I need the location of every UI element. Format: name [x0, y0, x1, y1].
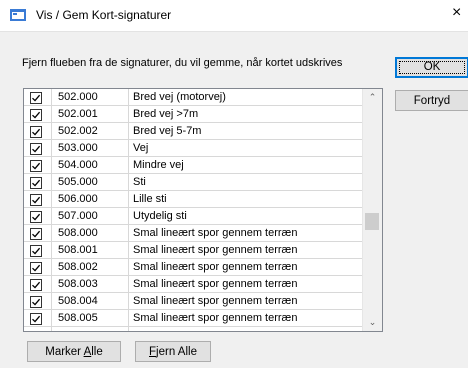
row-name: Sti — [133, 176, 146, 188]
checkmark-icon — [32, 264, 41, 272]
focus-rectangle — [399, 61, 465, 74]
row-checkbox[interactable] — [30, 109, 42, 121]
checkmark-icon — [32, 162, 41, 170]
row-name: Vej — [133, 142, 149, 154]
vertical-scrollbar[interactable]: ⌃ ⌄ — [362, 89, 382, 331]
row-checkbox[interactable] — [30, 92, 42, 104]
row-code: 503.000 — [58, 142, 98, 154]
list-item[interactable]: 506.000 Lille sti — [24, 191, 363, 208]
checkmark-icon — [32, 247, 41, 255]
list-item[interactable]: 504.000 Mindre vej — [24, 157, 363, 174]
cancel-button[interactable]: Fortryd — [395, 90, 468, 111]
checkmark-icon — [32, 281, 41, 289]
row-code: 502.000 — [58, 91, 98, 103]
row-name: Bred vej >7m — [133, 108, 199, 120]
row-code: 502.001 — [58, 108, 98, 120]
row-code: 502.002 — [58, 125, 98, 137]
checkmark-icon — [32, 298, 41, 306]
list-item[interactable]: 502.000 Bred vej (motorvej) — [24, 89, 363, 106]
chevron-up-icon[interactable]: ⌃ — [363, 89, 382, 106]
list-item[interactable]: 508.001 Smal lineært spor gennem terræn — [24, 242, 363, 259]
row-code: 506.000 — [58, 193, 98, 205]
checkmark-icon — [32, 230, 41, 238]
remove-all-label-suffix: jern Alle — [156, 346, 197, 358]
row-name: Smal lineært spor gennem terræn — [133, 278, 298, 290]
row-name: Mindre vej — [133, 159, 184, 171]
row-checkbox[interactable] — [30, 143, 42, 155]
row-checkbox[interactable] — [30, 296, 42, 308]
row-name: Smal lineært spor gennem terræn — [133, 261, 298, 273]
row-code: 508.001 — [58, 244, 98, 256]
list-item[interactable]: 502.002 Bred vej 5-7m — [24, 123, 363, 140]
row-name: Smal lineært spor gennem terræn — [133, 227, 298, 239]
list-item[interactable]: 508.005 Smal lineært spor gennem terræn — [24, 310, 363, 327]
row-code: 507.000 — [58, 210, 98, 222]
row-checkbox[interactable] — [30, 126, 42, 138]
list-item[interactable]: 503.000 Vej — [24, 140, 363, 157]
checkmark-icon — [32, 111, 41, 119]
checkmark-icon — [32, 145, 41, 153]
cancel-button-label: Fortryd — [413, 95, 451, 107]
row-name: Smal lineært spor gennem terræn — [133, 295, 298, 307]
checkmark-icon — [32, 128, 41, 136]
row-separator — [24, 326, 363, 327]
list-item[interactable]: 507.000 Utydelig sti — [24, 208, 363, 225]
close-icon[interactable]: × — [452, 4, 461, 22]
list-item[interactable]: 508.002 Smal lineært spor gennem terræn — [24, 259, 363, 276]
list-item[interactable]: 502.001 Bred vej >7m — [24, 106, 363, 123]
row-checkbox[interactable] — [30, 279, 42, 291]
window-title: Vis / Gem Kort-signaturer — [36, 8, 172, 22]
row-name: Smal lineært spor gennem terræn — [133, 312, 298, 324]
scrollbar-thumb[interactable] — [365, 213, 379, 230]
list-item[interactable]: 505.000 Sti — [24, 174, 363, 191]
chevron-down-icon[interactable]: ⌄ — [363, 314, 382, 331]
list-item[interactable]: 508.000 Smal lineært spor gennem terræn — [24, 225, 363, 242]
row-checkbox[interactable] — [30, 211, 42, 223]
row-checkbox[interactable] — [30, 177, 42, 189]
row-name: Smal lineært spor gennem terræn — [133, 244, 298, 256]
select-all-button[interactable]: Marker Alle — [27, 341, 121, 362]
row-checkbox[interactable] — [30, 262, 42, 274]
row-name: Utydelig sti — [133, 210, 187, 222]
row-code: 508.005 — [58, 312, 98, 324]
checkmark-icon — [32, 179, 41, 187]
select-all-label-prefix: Marker — [45, 346, 84, 358]
row-checkbox[interactable] — [30, 313, 42, 325]
row-name: Bred vej 5-7m — [133, 125, 202, 137]
row-code: 508.003 — [58, 278, 98, 290]
row-checkbox[interactable] — [30, 160, 42, 172]
remove-all-button[interactable]: Fjern Alle — [135, 341, 211, 362]
title-bar: Vis / Gem Kort-signaturer × — [0, 0, 468, 32]
select-all-label-suffix: lle — [91, 346, 103, 358]
row-name: Lille sti — [133, 193, 167, 205]
checkmark-icon — [32, 196, 41, 204]
row-name: Bred vej (motorvej) — [133, 91, 226, 103]
row-code: 508.002 — [58, 261, 98, 273]
remove-all-label-accel: F — [149, 346, 157, 358]
map-window-icon — [10, 9, 26, 21]
checkmark-icon — [32, 315, 41, 323]
row-code: 505.000 — [58, 176, 98, 188]
row-checkbox[interactable] — [30, 194, 42, 206]
row-checkbox[interactable] — [30, 228, 42, 240]
row-checkbox[interactable] — [30, 245, 42, 257]
checkmark-icon — [32, 94, 41, 102]
checkmark-icon — [32, 213, 41, 221]
row-code: 504.000 — [58, 159, 98, 171]
signature-list[interactable]: 502.000 Bred vej (motorvej) 502.001 Bred ve… — [23, 88, 383, 332]
instructions-text: Fjern flueben fra de signaturer, du vil … — [22, 57, 343, 69]
list-item[interactable]: 508.003 Smal lineært spor gennem terræn — [24, 276, 363, 293]
row-code: 508.004 — [58, 295, 98, 307]
ok-button[interactable]: OK — [395, 57, 468, 78]
list-item[interactable]: 508.004 Smal lineært spor gennem terræn — [24, 293, 363, 310]
row-code: 508.000 — [58, 227, 98, 239]
